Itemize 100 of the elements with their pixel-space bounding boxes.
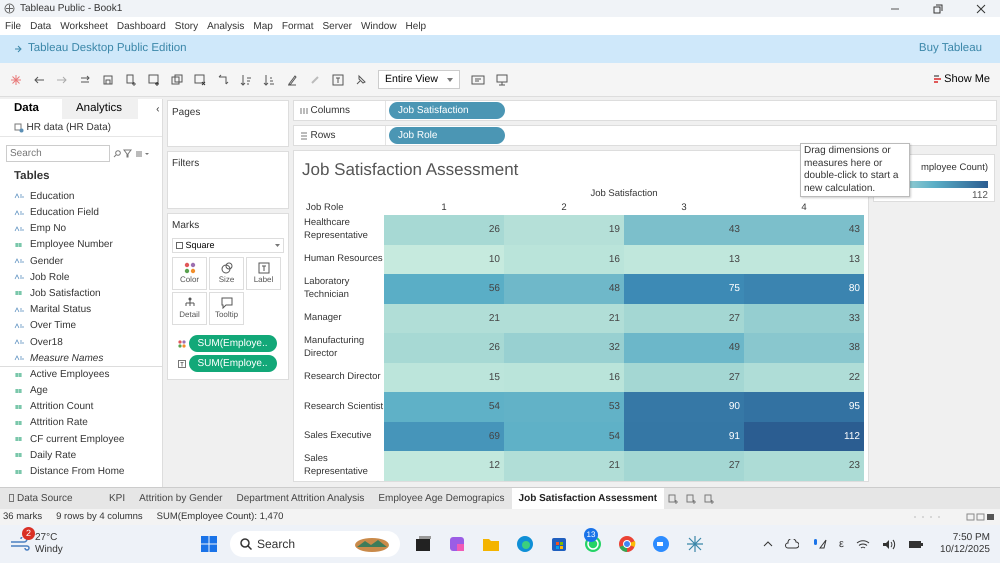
highlight-icon[interactable] [286, 74, 298, 86]
collapse-button[interactable]: ‹ [156, 102, 160, 116]
menu-item[interactable]: Analysis [207, 18, 244, 34]
measure-icon [14, 388, 24, 394]
menu-item[interactable]: Window [360, 18, 397, 34]
measure-icon [14, 404, 24, 410]
video-call-icon[interactable] [652, 535, 670, 553]
new-sheet-icon[interactable] [148, 74, 160, 86]
menu-item[interactable]: Dashboard [116, 18, 166, 34]
row-header: Healthcare Representative [302, 215, 384, 244]
menu-item[interactable]: Story [174, 18, 198, 34]
heatmap-cell: 21 [384, 304, 504, 333]
search-field[interactable]: Search [6, 145, 110, 162]
field-item[interactable]: Emp No [0, 220, 162, 237]
sheet-tab[interactable]: Job Satisfaction Assessment [512, 488, 664, 509]
swap-axes-icon[interactable] [217, 74, 229, 86]
wifi-icon[interactable] [856, 538, 870, 550]
language-indicator[interactable]: ε [839, 536, 844, 552]
heatmap-cell: 43 [624, 215, 744, 244]
start-icon[interactable] [200, 535, 218, 553]
menu-item[interactable]: Format [282, 18, 314, 34]
field-item[interactable]: Gender [0, 253, 162, 270]
task-view-icon[interactable] [414, 535, 432, 553]
caret-icon [275, 244, 280, 247]
columns-icon [300, 106, 308, 114]
field-item[interactable]: Over18 [0, 334, 162, 350]
field-item[interactable]: Employee Number [0, 236, 162, 253]
chart-icon [934, 74, 942, 84]
field-item[interactable]: Job Role [0, 269, 162, 286]
cloud-icon[interactable] [785, 539, 800, 549]
menu-item[interactable]: Help [406, 18, 426, 34]
tooltip-icon [220, 296, 232, 308]
store-icon[interactable] [550, 535, 568, 553]
view-mode-icon[interactable] [966, 513, 996, 521]
tableau-logo-icon[interactable] [10, 74, 22, 86]
speaker-icon[interactable] [882, 538, 896, 550]
save-icon[interactable] [102, 74, 114, 86]
presentation-icon[interactable] [496, 74, 508, 86]
detail-mark-card[interactable]: Detail [172, 292, 207, 325]
new-story-icon[interactable] [704, 494, 714, 504]
field-item[interactable]: CF current Employee [0, 431, 162, 448]
sort-ascending-icon[interactable] [240, 74, 252, 86]
field-item[interactable]: Education [0, 188, 162, 204]
filter-icon[interactable] [123, 149, 132, 158]
mark-type-dropdown[interactable]: Square [172, 238, 284, 253]
sheet-tab[interactable]: Data Source [2, 488, 102, 509]
color-mark-card[interactable]: Color [172, 257, 207, 290]
back-icon[interactable] [33, 74, 45, 86]
square-icon [176, 242, 183, 249]
clear-sheet-icon[interactable] [194, 74, 206, 86]
label-mark-card[interactable]: Label [246, 257, 281, 290]
field-item[interactable]: Attrition Count [0, 398, 162, 415]
heatmap-cell: 56 [384, 274, 504, 304]
new-datasource-icon[interactable] [125, 74, 137, 86]
restore-icon[interactable] [933, 4, 943, 14]
field-item[interactable]: Active Employees [0, 366, 162, 382]
pane-tab[interactable]: Analytics [62, 99, 138, 119]
field-item[interactable]: Marital Status [0, 302, 162, 318]
close-icon[interactable] [976, 4, 986, 14]
new-dashboard-icon[interactable] [686, 494, 696, 504]
sheet-tab[interactable]: KPI [102, 488, 132, 509]
heatmap-cell: 27 [624, 451, 744, 480]
field-item[interactable]: Measure Names [0, 350, 162, 366]
sheet-tab[interactable]: Department Attrition Analysis [230, 488, 372, 509]
show-me-button[interactable]: Show Me [934, 71, 990, 88]
tooltip-mark-card[interactable]: Tooltip [209, 292, 244, 325]
office-icon[interactable] [448, 535, 466, 553]
snowflake-icon[interactable] [686, 535, 704, 553]
menu-item[interactable]: File [5, 18, 22, 34]
show-cards-icon[interactable] [471, 74, 485, 86]
chevron-up-icon[interactable] [763, 541, 774, 547]
browser-icon[interactable] [516, 535, 534, 553]
menu-item[interactable]: Map [253, 18, 273, 34]
new-worksheet-icon[interactable] [668, 494, 678, 504]
heatmap-cell: 54 [384, 392, 504, 422]
field-item[interactable]: Distance From Home [0, 463, 162, 480]
sheet-tab[interactable]: Employee Age Demograpics [371, 488, 512, 509]
field-item[interactable]: Over Time [0, 318, 162, 334]
menu-item[interactable]: Worksheet [60, 18, 108, 34]
duplicate-icon[interactable] [171, 74, 183, 86]
field-item[interactable]: Age [0, 382, 162, 399]
clock-time[interactable]: 7:50 PM [940, 532, 990, 544]
fit-dropdown[interactable]: Entire View [378, 70, 460, 89]
menu-item[interactable]: Data [30, 18, 52, 34]
battery-icon[interactable] [908, 539, 924, 549]
menu-item[interactable]: Server [322, 18, 352, 34]
sheet-tab[interactable]: Attrition by Gender [132, 488, 230, 509]
label-icon[interactable] [332, 74, 344, 86]
chrome-icon[interactable] [618, 535, 636, 553]
field-item[interactable]: Education Field [0, 204, 162, 221]
taskbar-search[interactable]: Search [230, 531, 400, 557]
size-mark-card[interactable]: Size [209, 257, 244, 290]
view-options-icon[interactable] [134, 150, 148, 158]
swap-icon[interactable] [79, 74, 91, 86]
field-item[interactable]: Attrition Rate [0, 414, 162, 432]
sort-descending-icon[interactable] [263, 74, 275, 86]
field-item[interactable]: Job Satisfaction [0, 285, 162, 302]
clock-date[interactable]: 10/12/2025 [940, 544, 990, 556]
field-item[interactable]: Daily Rate [0, 447, 162, 464]
datasource-name[interactable]: HR data (HR Data) [26, 120, 111, 135]
